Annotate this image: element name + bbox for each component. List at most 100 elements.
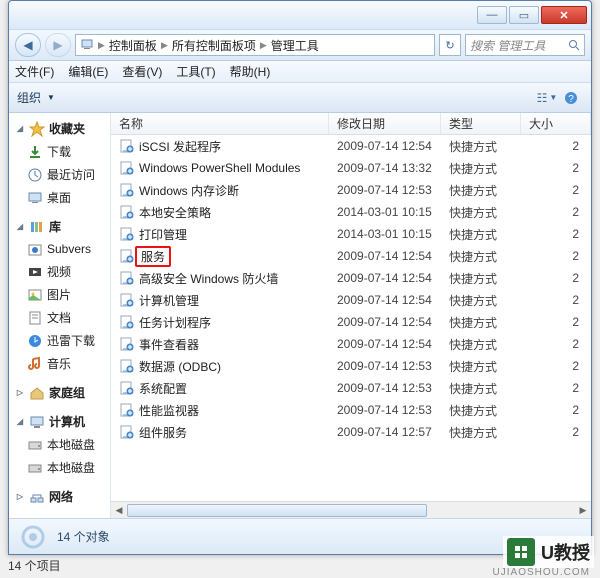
sidebar-item-label: 下载 <box>47 143 71 160</box>
sidebar-group-header[interactable]: ◢计算机 <box>9 410 110 433</box>
help-button[interactable]: ? <box>559 87 583 109</box>
file-size: 2 <box>521 249 591 263</box>
sidebar[interactable]: ◢收藏夹下载最近访问桌面 ◢库 Subvers 视频图片文档迅雷下载音乐 ▷家庭组 ◢计算… <box>9 113 111 518</box>
file-type: 快捷方式 <box>441 270 521 287</box>
breadcrumb-seg-0[interactable]: 控制面板 <box>109 37 157 54</box>
window-close-button[interactable]: ✕ <box>541 6 587 24</box>
file-row[interactable]: Windows 内存诊断2009-07-14 12:53快捷方式2 <box>111 179 591 201</box>
file-row[interactable]: 高级安全 Windows 防火墙2009-07-14 12:54快捷方式2 <box>111 267 591 289</box>
nav-forward-button[interactable]: ▶ <box>45 33 71 57</box>
file-date: 2009-07-14 12:54 <box>329 315 441 329</box>
file-row[interactable]: 事件查看器2009-07-14 12:54快捷方式2 <box>111 333 591 355</box>
sidebar-item-label: 最近访问 <box>47 166 95 183</box>
watermark: U教授 <box>503 536 594 568</box>
sidebar-item[interactable]: 图片 <box>9 283 110 306</box>
toolbar: 组织 ▼ ☷ ▼ ? <box>9 83 591 113</box>
file-row[interactable]: 系统配置2009-07-14 12:53快捷方式2 <box>111 377 591 399</box>
view-mode-icon: ☷ <box>537 91 548 105</box>
file-name: 任务计划程序 <box>139 314 211 331</box>
shortcut-icon <box>119 138 135 154</box>
nav-refresh-button[interactable]: ↻ <box>439 34 461 56</box>
menu-view[interactable]: 查看(V) <box>122 63 162 80</box>
file-size: 2 <box>521 293 591 307</box>
sidebar-item-icon <box>27 287 43 303</box>
file-row[interactable]: 性能监视器2009-07-14 12:53快捷方式2 <box>111 399 591 421</box>
column-size[interactable]: 大小 <box>521 113 591 134</box>
window-maximize-button[interactable]: ▭ <box>509 6 539 24</box>
breadcrumb-seg-2[interactable]: 管理工具 <box>271 37 319 54</box>
scroll-right-arrow[interactable]: ▶ <box>575 502 591 518</box>
status-gear-icon <box>19 523 47 551</box>
sidebar-item[interactable]: 本地磁盘 <box>9 456 110 479</box>
sidebar-item-icon <box>27 310 43 326</box>
menu-edit[interactable]: 编辑(E) <box>68 63 108 80</box>
file-row[interactable]: 组件服务2009-07-14 12:57快捷方式2 <box>111 421 591 443</box>
sidebar-group-label: 收藏夹 <box>49 120 85 137</box>
sidebar-group-label: 库 <box>49 218 61 235</box>
watermark-brand: U教授 <box>541 539 590 565</box>
sidebar-item-label: Subvers <box>47 242 91 256</box>
menu-bar: 文件(F) 编辑(E) 查看(V) 工具(T) 帮助(H) <box>9 61 591 83</box>
file-size: 2 <box>521 425 591 439</box>
shortcut-icon <box>119 204 135 220</box>
sidebar-item[interactable]: 桌面 <box>9 186 110 209</box>
sidebar-item[interactable]: 迅雷下载 <box>9 329 110 352</box>
sidebar-item[interactable]: 本地磁盘 <box>9 433 110 456</box>
organize-button[interactable]: 组织 ▼ <box>17 89 55 106</box>
chevron-down-icon: ▼ <box>47 93 55 102</box>
file-date: 2009-07-14 12:54 <box>329 337 441 351</box>
sidebar-item[interactable]: 视频 <box>9 260 110 283</box>
breadcrumb-separator: ▶ <box>260 40 267 51</box>
sidebar-item[interactable]: 下载 <box>9 140 110 163</box>
expand-icon: ▷ <box>15 388 25 397</box>
file-date: 2009-07-14 12:54 <box>329 139 441 153</box>
menu-file[interactable]: 文件(F) <box>15 63 54 80</box>
body-area: ◢收藏夹下载最近访问桌面 ◢库 Subvers 视频图片文档迅雷下载音乐 ▷家庭组 ◢计算… <box>9 113 591 518</box>
sidebar-item[interactable]: 音乐 <box>9 352 110 375</box>
scroll-left-arrow[interactable]: ◀ <box>111 502 127 518</box>
sidebar-item[interactable]: 文档 <box>9 306 110 329</box>
file-date: 2009-07-14 12:54 <box>329 249 441 263</box>
file-row[interactable]: 本地安全策略2014-03-01 10:15快捷方式2 <box>111 201 591 223</box>
breadcrumb-seg-1[interactable]: 所有控制面板项 <box>172 37 256 54</box>
file-date: 2009-07-14 12:57 <box>329 425 441 439</box>
group-icon <box>29 414 45 430</box>
file-list[interactable]: iSCSI 发起程序2009-07-14 12:54快捷方式2Windows P… <box>111 135 591 501</box>
column-name[interactable]: 名称 <box>111 113 329 134</box>
file-row[interactable]: 计算机管理2009-07-14 12:54快捷方式2 <box>111 289 591 311</box>
menu-help[interactable]: 帮助(H) <box>230 63 271 80</box>
breadcrumb[interactable]: ▶ 控制面板 ▶ 所有控制面板项 ▶ 管理工具 <box>75 34 435 56</box>
column-date[interactable]: 修改日期 <box>329 113 441 134</box>
file-size: 2 <box>521 381 591 395</box>
file-row[interactable]: Windows PowerShell Modules2009-07-14 13:… <box>111 157 591 179</box>
file-row[interactable]: iSCSI 发起程序2009-07-14 12:54快捷方式2 <box>111 135 591 157</box>
sidebar-item-label: 图片 <box>47 286 71 303</box>
shortcut-icon <box>119 182 135 198</box>
window-minimize-button[interactable]: — <box>477 6 507 24</box>
sidebar-item-icon <box>27 333 43 349</box>
file-size: 2 <box>521 337 591 351</box>
sidebar-group-header[interactable]: ◢库 <box>9 215 110 238</box>
sidebar-group-header[interactable]: ▷家庭组 <box>9 381 110 404</box>
file-type: 快捷方式 <box>441 380 521 397</box>
nav-back-button[interactable]: ◀ <box>15 33 41 57</box>
file-type: 快捷方式 <box>441 314 521 331</box>
file-row[interactable]: 数据源 (ODBC)2009-07-14 12:53快捷方式2 <box>111 355 591 377</box>
sidebar-item[interactable]: 最近访问 <box>9 163 110 186</box>
file-row[interactable]: 打印管理2014-03-01 10:15快捷方式2 <box>111 223 591 245</box>
sidebar-group-header[interactable]: ▷网络 <box>9 485 110 508</box>
window-titlebar[interactable]: — ▭ ✕ <box>9 1 591 29</box>
sidebar-item[interactable]: Subvers <box>9 238 110 260</box>
horizontal-scrollbar[interactable]: ◀ ▶ <box>111 501 591 518</box>
sidebar-group-header[interactable]: ◢收藏夹 <box>9 117 110 140</box>
watermark-subtext: UJIAOSHOU.COM <box>493 567 590 578</box>
file-area: 名称 修改日期 类型 大小 iSCSI 发起程序2009-07-14 12:54… <box>111 113 591 518</box>
search-input[interactable]: 搜索 管理工具 <box>465 34 585 56</box>
file-row[interactable]: 任务计划程序2009-07-14 12:54快捷方式2 <box>111 311 591 333</box>
breadcrumb-separator: ▶ <box>98 40 105 51</box>
column-type[interactable]: 类型 <box>441 113 521 134</box>
menu-tools[interactable]: 工具(T) <box>176 63 215 80</box>
view-mode-button[interactable]: ☷ ▼ <box>535 87 559 109</box>
file-row[interactable]: 服务2009-07-14 12:54快捷方式2 <box>111 245 591 267</box>
scroll-thumb[interactable] <box>127 504 427 517</box>
